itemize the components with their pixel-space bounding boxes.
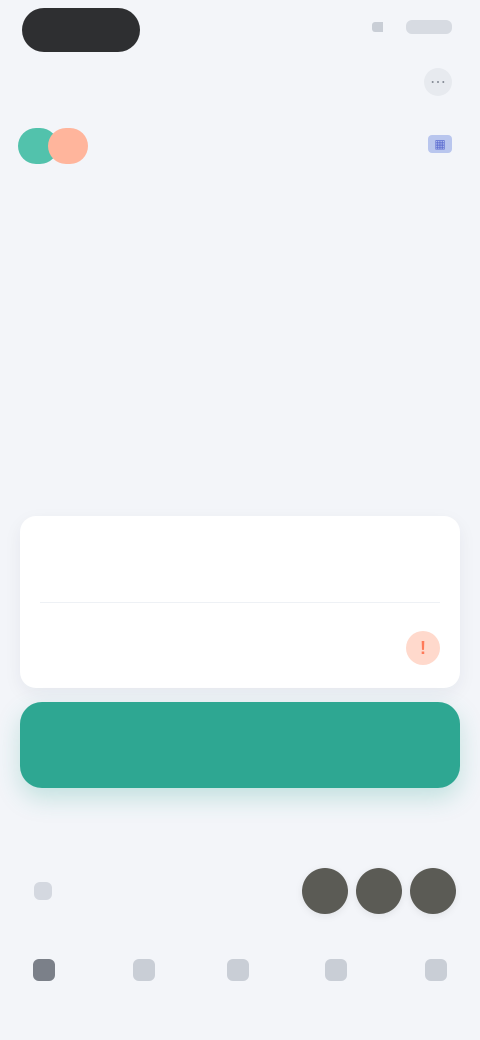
chip-orange [48, 128, 88, 164]
compass-icon [133, 959, 155, 981]
user-icon [425, 959, 447, 981]
bottom-row [20, 866, 460, 916]
meta-text [300, 134, 410, 154]
top-nav: ⋯ [0, 60, 480, 108]
chat-icon [325, 959, 347, 981]
tab-bar [0, 934, 480, 1030]
chevron-left-icon [34, 882, 52, 900]
status-chips [18, 128, 88, 164]
tab-explore[interactable] [120, 946, 168, 994]
more-icon[interactable]: ⋯ [424, 68, 452, 96]
alert-icon[interactable]: ! [406, 631, 440, 665]
nav-title [188, 70, 292, 94]
card-divider [40, 602, 440, 603]
tab-profile[interactable] [412, 946, 460, 994]
header-meta: ▦ [300, 134, 452, 154]
settings-card: ! [20, 516, 460, 688]
signal-icon [372, 22, 390, 32]
avatar[interactable] [410, 868, 456, 914]
avatar[interactable] [356, 868, 402, 914]
avatar[interactable] [302, 868, 348, 914]
card-row-2[interactable]: ! [40, 620, 440, 676]
tab-messages[interactable] [312, 946, 360, 994]
small-note [32, 826, 112, 842]
home-icon [33, 959, 55, 981]
calendar-icon[interactable]: ▦ [428, 135, 452, 153]
left-pill[interactable] [20, 869, 76, 913]
status-time-pill [22, 8, 140, 52]
plus-icon [227, 959, 249, 981]
card-row-1[interactable] [40, 530, 440, 586]
tab-add[interactable] [214, 946, 262, 994]
primary-button[interactable] [20, 702, 460, 788]
avatar-group [302, 868, 456, 914]
status-right [372, 20, 452, 34]
tab-home[interactable] [20, 946, 68, 994]
status-bar [0, 0, 480, 60]
battery-icon [406, 20, 452, 34]
